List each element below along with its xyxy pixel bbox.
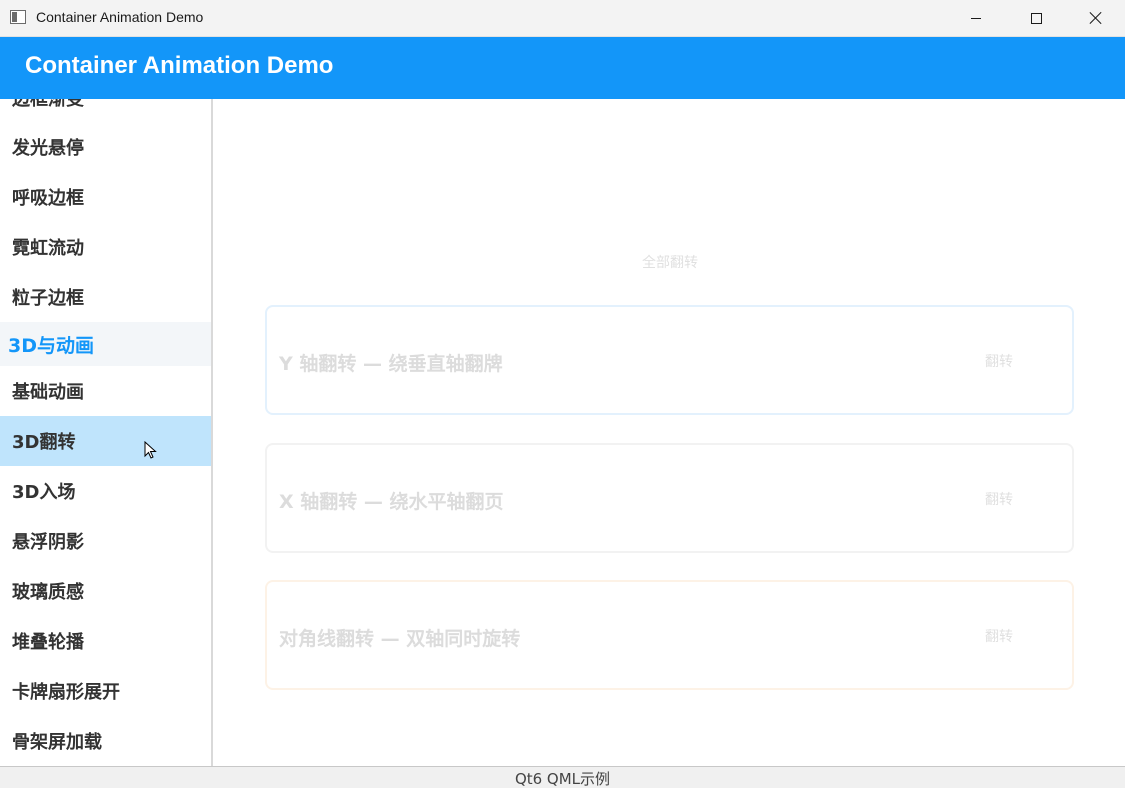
- minimize-icon: [971, 17, 981, 19]
- card-diagonal-flip[interactable]: 对角线翻转 — 双轴同时旋转 翻转: [265, 580, 1074, 690]
- sidebar-item-skeleton-loading[interactable]: 骨架屏加载: [0, 716, 211, 766]
- sidebar-item-glow-hover[interactable]: 发光悬停: [0, 122, 211, 172]
- flip-button[interactable]: 翻转: [985, 489, 1013, 509]
- sidebar-item-stack-carousel[interactable]: 堆叠轮播: [0, 616, 211, 666]
- card-title: Y 轴翻转 — 绕垂直轴翻牌: [279, 353, 503, 375]
- minimize-button[interactable]: [953, 0, 999, 36]
- sidebar-nav[interactable]: 边框渐变 发光悬停 呼吸边框 霓虹流动 粒子边框 3D与动画 基础动画 3D翻转…: [0, 99, 213, 766]
- mouse-cursor-icon: [144, 441, 157, 459]
- sidebar-item-3d-entrance[interactable]: 3D入场: [0, 466, 211, 516]
- sidebar-item-3d-flip[interactable]: 3D翻转: [0, 416, 211, 466]
- content-panel: 全部翻转 Y 轴翻转 — 绕垂直轴翻牌 翻转 X 轴翻转 — 绕水平轴翻页 翻转…: [215, 99, 1125, 766]
- flip-all-button[interactable]: 全部翻转: [215, 252, 1125, 272]
- status-text: Qt6 QML示例: [514, 770, 611, 788]
- maximize-icon: [1030, 12, 1042, 24]
- sidebar-item-neon-flow[interactable]: 霓虹流动: [0, 222, 211, 272]
- card-x-axis-flip[interactable]: X 轴翻转 — 绕水平轴翻页 翻转: [265, 443, 1074, 553]
- close-button[interactable]: [1073, 0, 1119, 36]
- sidebar-item-basic-animation[interactable]: 基础动画: [0, 366, 211, 416]
- sidebar-item-gradient-border[interactable]: 边框渐变: [0, 99, 211, 123]
- sidebar-item-hover-shadow[interactable]: 悬浮阴影: [0, 516, 211, 566]
- sidebar-item-card-fan[interactable]: 卡牌扇形展开: [0, 666, 211, 716]
- app-window-icon: [10, 10, 26, 24]
- close-icon: [1089, 11, 1103, 25]
- status-bar: Qt6 QML示例: [0, 766, 1125, 788]
- flip-button[interactable]: 翻转: [985, 351, 1013, 371]
- card-y-axis-flip[interactable]: Y 轴翻转 — 绕垂直轴翻牌 翻转: [265, 305, 1074, 415]
- app-header-title: Container Animation Demo: [25, 52, 334, 79]
- maximize-button[interactable]: [1013, 0, 1059, 36]
- window-title: Container Animation Demo: [36, 9, 204, 25]
- window-titlebar: Container Animation Demo: [0, 0, 1125, 37]
- card-title: X 轴翻转 — 绕水平轴翻页: [279, 491, 504, 513]
- flip-button[interactable]: 翻转: [985, 626, 1013, 646]
- sidebar-item-particle-border[interactable]: 粒子边框: [0, 272, 211, 322]
- sidebar-item-breathing-border[interactable]: 呼吸边框: [0, 172, 211, 222]
- card-title: 对角线翻转 — 双轴同时旋转: [279, 628, 521, 650]
- app-header: Container Animation Demo: [0, 37, 1125, 99]
- sidebar-category-3d-animation: 3D与动画: [0, 322, 211, 366]
- sidebar-item-glass-texture[interactable]: 玻璃质感: [0, 566, 211, 616]
